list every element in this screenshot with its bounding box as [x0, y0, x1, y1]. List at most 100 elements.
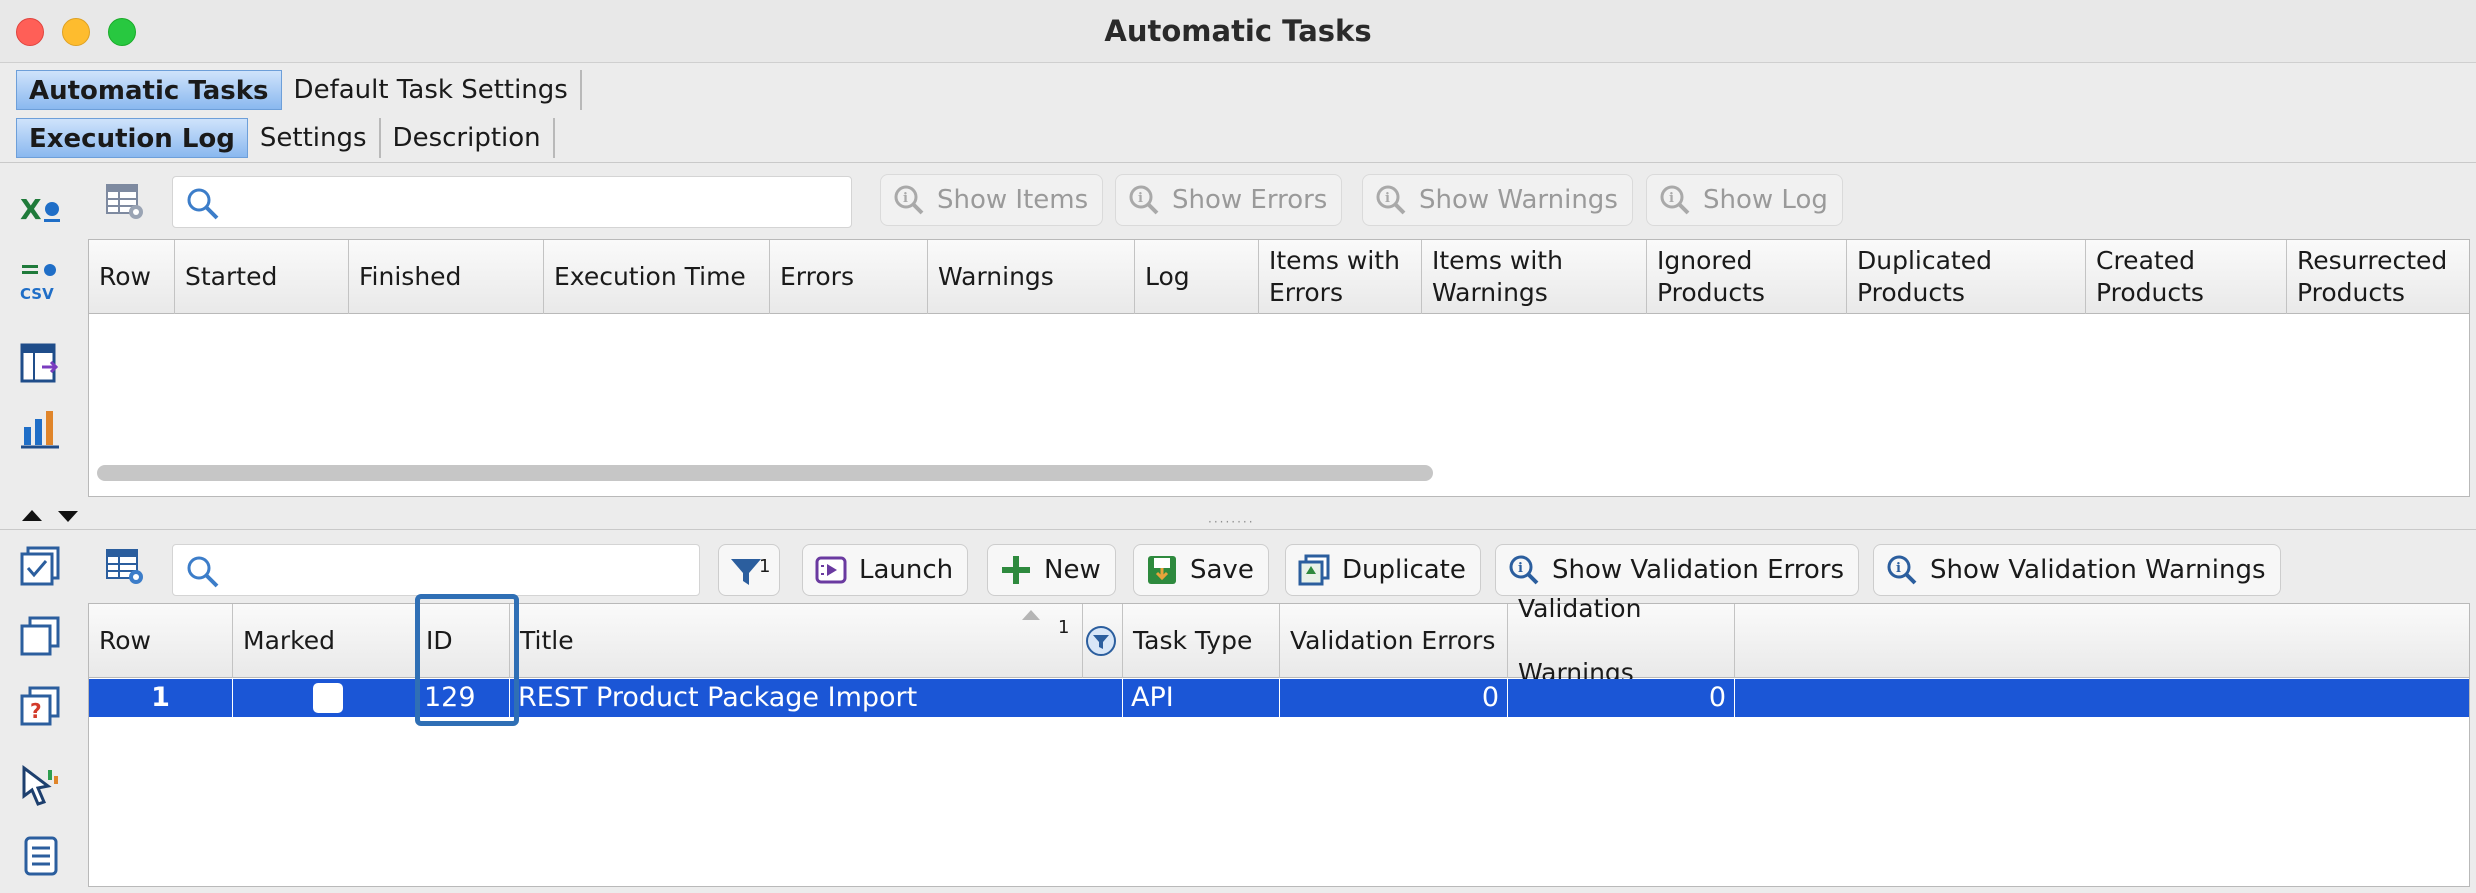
new-label: New — [1044, 555, 1101, 585]
header-text: Products — [2297, 278, 2405, 307]
header-text: Errors — [780, 262, 854, 291]
column-header-row[interactable]: Row — [89, 240, 175, 314]
header-text: Resurrected — [2297, 246, 2448, 275]
statistics-chart-icon[interactable] — [18, 407, 62, 451]
expand-down-arrow-icon[interactable] — [58, 511, 78, 522]
column-header-duplicated-products[interactable]: Duplicated Products — [1847, 240, 2086, 314]
info-search-icon: i — [1887, 555, 1917, 585]
show-validation-warnings-button[interactable]: i Show Validation Warnings — [1873, 544, 2281, 596]
show-items-button[interactable]: i Show Items — [880, 174, 1104, 226]
svg-text:i: i — [903, 191, 908, 206]
tab-default-task-settings[interactable]: Default Task Settings — [282, 70, 582, 110]
column-header-row[interactable]: Row — [89, 604, 233, 678]
column-header-started[interactable]: Started — [175, 240, 349, 314]
svg-text:?: ? — [30, 699, 42, 723]
column-header-execution-time[interactable]: Execution Time — [544, 240, 770, 314]
panel-splitter[interactable]: ········ — [0, 503, 2476, 529]
column-header-validation-warnings[interactable]: Validation Warnings — [1508, 594, 1735, 687]
header-text: Items with — [1432, 246, 1563, 275]
column-header-items-with-warnings[interactable]: Items with Warnings — [1422, 240, 1647, 314]
table-settings-icon[interactable] — [105, 181, 145, 221]
tasks-side-toolbar: ? — [0, 530, 80, 893]
title-bar: Automatic Tasks — [0, 0, 2476, 63]
header-text: Validation — [1518, 594, 1642, 623]
header-text: Started — [185, 262, 278, 291]
column-header-title[interactable]: Title 1 — [510, 604, 1083, 678]
copy-icon[interactable] — [18, 614, 62, 658]
tab-description[interactable]: Description — [381, 118, 555, 158]
svg-text:CSV: CSV — [20, 285, 54, 303]
window-title: Automatic Tasks — [1104, 14, 1372, 48]
launch-button[interactable]: Launch — [802, 544, 969, 596]
table-settings-icon[interactable] — [105, 546, 145, 586]
new-button[interactable]: New — [987, 544, 1116, 596]
column-header-resurrected-products[interactable]: Resurrected Products — [2287, 240, 2471, 314]
column-header-log[interactable]: Log — [1135, 240, 1259, 314]
expand-up-arrow-icon[interactable] — [22, 510, 42, 521]
header-text: Finished — [359, 262, 462, 291]
export-csv-icon[interactable]: CSV — [18, 259, 62, 303]
show-validation-errors-button[interactable]: i Show Validation Errors — [1495, 544, 1859, 596]
column-header-validation-errors[interactable]: Validation Errors — [1280, 604, 1508, 678]
help-icon[interactable]: ? — [18, 684, 62, 728]
horizontal-scrollbar-thumb[interactable] — [97, 465, 1433, 481]
column-header-items-with-errors[interactable]: Items with Errors — [1259, 240, 1422, 314]
header-text: Log — [1145, 262, 1190, 291]
check-all-icon[interactable] — [18, 544, 62, 588]
list-document-icon[interactable] — [18, 834, 62, 878]
show-errors-label: Show Errors — [1172, 185, 1328, 215]
select-pointer-icon[interactable] — [18, 764, 62, 808]
column-header-finished[interactable]: Finished — [349, 240, 544, 314]
column-header-filter[interactable] — [1083, 604, 1123, 678]
plus-icon — [1002, 556, 1030, 584]
info-search-icon: i — [1509, 555, 1539, 585]
column-header-errors[interactable]: Errors — [770, 240, 928, 314]
column-header-created-products[interactable]: Created Products — [2086, 240, 2287, 314]
column-header-marked[interactable]: Marked — [233, 604, 416, 678]
column-header-ignored-products[interactable]: Ignored Products — [1647, 240, 1847, 314]
show-errors-button[interactable]: i Show Errors — [1115, 174, 1343, 226]
info-search-icon: i — [1376, 185, 1406, 215]
header-text: Row — [99, 262, 151, 291]
tab-settings[interactable]: Settings — [248, 118, 381, 158]
search-icon — [187, 188, 219, 220]
save-button[interactable]: Save — [1133, 544, 1269, 596]
svg-text:i: i — [1896, 561, 1901, 576]
duplicate-button[interactable]: Duplicate — [1285, 544, 1481, 596]
marked-cell[interactable] — [233, 679, 416, 717]
show-validation-warnings-label: Show Validation Warnings — [1930, 555, 2266, 585]
svg-text:X: X — [20, 193, 42, 226]
filter-button[interactable]: 1 — [718, 544, 780, 596]
tasks-search-input[interactable] — [231, 553, 691, 587]
header-text: Execution Time — [554, 262, 746, 291]
column-header-task-type[interactable]: Task Type — [1123, 604, 1280, 678]
header-text: Items with — [1269, 246, 1400, 275]
log-search-field[interactable] — [172, 176, 852, 228]
show-validation-errors-label: Show Validation Errors — [1552, 555, 1844, 585]
tab-automatic-tasks[interactable]: Automatic Tasks — [16, 70, 282, 110]
show-warnings-button[interactable]: i Show Warnings — [1362, 174, 1633, 226]
save-label: Save — [1190, 555, 1254, 585]
svg-text:i: i — [1669, 191, 1674, 206]
header-text: Products — [2096, 278, 2204, 307]
show-log-button[interactable]: i Show Log — [1646, 174, 1843, 226]
header-text: Warnings — [1432, 278, 1548, 307]
header-text: Ignored — [1657, 246, 1753, 275]
log-side-toolbar: X CSV — [0, 163, 80, 503]
filter-funnel-icon — [731, 559, 761, 585]
header-text: Products — [1657, 278, 1765, 307]
show-items-label: Show Items — [937, 185, 1089, 215]
sort-order-number: 1 — [1058, 617, 1070, 638]
table-swap-icon[interactable] — [18, 341, 62, 385]
log-search-input[interactable] — [231, 185, 843, 219]
marked-checkbox[interactable] — [313, 683, 343, 713]
column-filter-icon — [1086, 626, 1116, 656]
svg-text:i: i — [1138, 191, 1143, 206]
tasks-search-field[interactable] — [172, 544, 700, 596]
column-header-warnings[interactable]: Warnings — [928, 240, 1135, 314]
tab-execution-log[interactable]: Execution Log — [16, 118, 248, 158]
svg-text:i: i — [1385, 191, 1390, 206]
header-text: Warnings — [938, 262, 1054, 291]
export-excel-icon[interactable]: X — [18, 187, 62, 231]
save-disk-icon — [1148, 556, 1176, 584]
